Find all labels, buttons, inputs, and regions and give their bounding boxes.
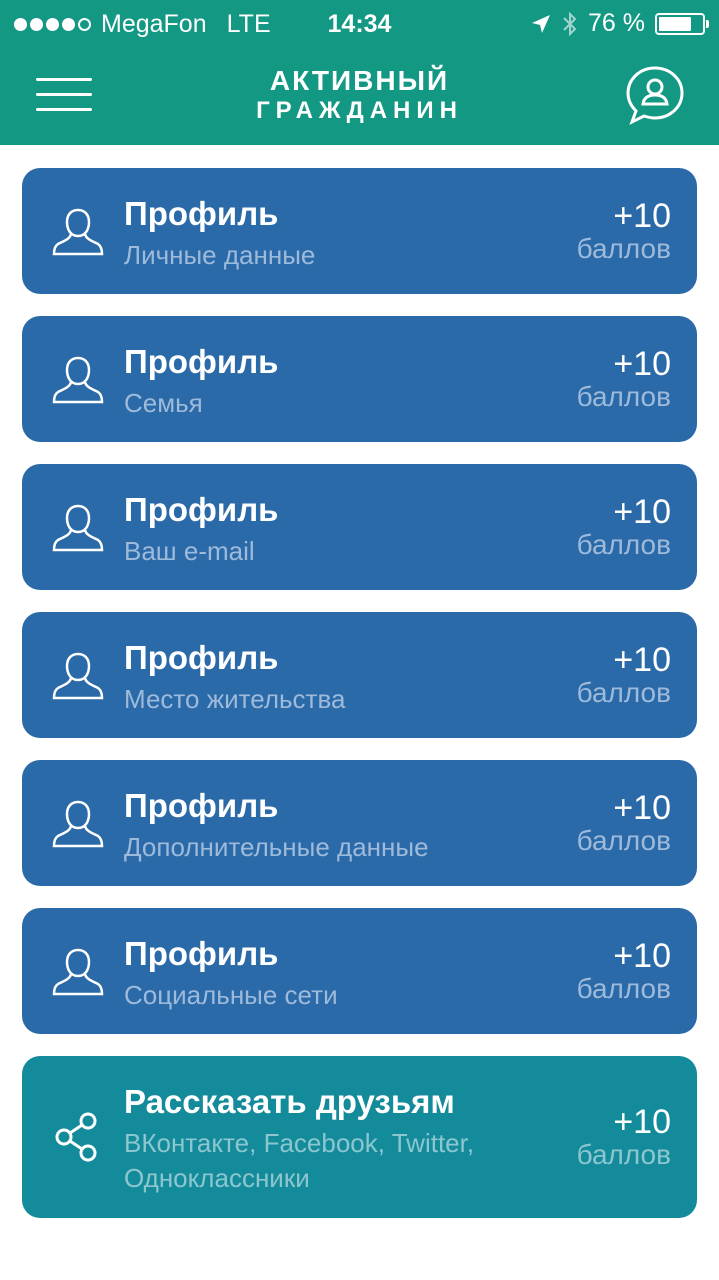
card-title: Профиль (124, 343, 279, 380)
profile-button[interactable] (624, 64, 686, 126)
points-reward: +10 баллов (577, 1104, 671, 1170)
profile-card[interactable]: Профиль Место жительства +10 баллов (22, 612, 697, 738)
card-title: Профиль (124, 639, 279, 676)
card-subtitle: ВКонтакте, Facebook, Twitter, Одноклассн… (124, 1128, 475, 1193)
user-icon (52, 798, 104, 850)
battery-icon (655, 12, 709, 35)
card-title: Профиль (124, 787, 279, 824)
points-label: баллов (576, 529, 671, 560)
points-reward: +10 баллов (577, 346, 671, 412)
user-icon (52, 650, 104, 702)
profile-card[interactable]: Профиль Семья +10 баллов (22, 316, 697, 442)
points-value: +10 (613, 1103, 671, 1141)
user-icon (52, 354, 104, 406)
profile-card[interactable]: Профиль Ваш e-mail +10 баллов (22, 464, 697, 590)
card-subtitle: Дополнительные данные (124, 832, 429, 862)
card-subtitle: Личные данные (124, 240, 316, 270)
app-logo: АКТИВНЫЙ ГРАЖДАНИН (0, 66, 719, 126)
points-label: баллов (576, 677, 671, 708)
battery-percent: 76 % (588, 9, 645, 37)
profile-card[interactable]: Профиль Дополнительные данные +10 баллов (22, 760, 697, 886)
points-label: баллов (576, 1139, 671, 1170)
points-reward: +10 баллов (577, 494, 671, 560)
user-icon (52, 206, 104, 258)
share-card[interactable]: Рассказать друзьям ВКонтакте, Facebook, T… (22, 1056, 697, 1218)
achievements-list: Профиль Личные данные +10 баллов Профиль Семь… (22, 168, 697, 1240)
card-title: Профиль (124, 491, 279, 528)
points-value: +10 (613, 641, 671, 679)
points-label: баллов (576, 973, 671, 1004)
points-reward: +10 баллов (577, 790, 671, 856)
user-icon (52, 946, 104, 998)
points-value: +10 (613, 197, 671, 235)
profile-card[interactable]: Профиль Личные данные +10 баллов (22, 168, 697, 294)
location-arrow-icon (532, 14, 551, 33)
card-title: Профиль (124, 195, 279, 232)
status-bar: MegaFon LTE 14:34 76 % (0, 0, 719, 50)
logo-line-1: АКТИВНЫЙ (269, 65, 450, 96)
points-label: баллов (576, 381, 671, 412)
points-reward: +10 баллов (577, 938, 671, 1004)
user-icon (52, 502, 104, 554)
card-subtitle: Место жительства (124, 684, 346, 714)
card-title: Рассказать друзьям (124, 1083, 455, 1120)
points-label: баллов (576, 233, 671, 264)
status-right: 76 % (530, 9, 709, 38)
bluetooth-icon (563, 11, 577, 36)
points-value: +10 (613, 937, 671, 975)
points-label: баллов (576, 825, 671, 856)
profile-card[interactable]: Профиль Социальные сети +10 баллов (22, 908, 697, 1034)
card-title: Профиль (124, 935, 279, 972)
points-reward: +10 баллов (577, 642, 671, 708)
points-value: +10 (613, 345, 671, 383)
card-subtitle: Семья (124, 388, 203, 418)
points-reward: +10 баллов (577, 198, 671, 264)
profile-chat-icon (626, 66, 684, 126)
points-value: +10 (613, 789, 671, 827)
card-subtitle: Социальные сети (124, 980, 338, 1010)
share-icon (52, 1111, 104, 1163)
logo-line-2: ГРАЖДАНИН (256, 97, 463, 124)
app-header: MegaFon LTE 14:34 76 % АКТИВНЫЙ ГРАЖДАНИ… (0, 0, 719, 145)
card-subtitle: Ваш e-mail (124, 536, 255, 566)
points-value: +10 (613, 493, 671, 531)
